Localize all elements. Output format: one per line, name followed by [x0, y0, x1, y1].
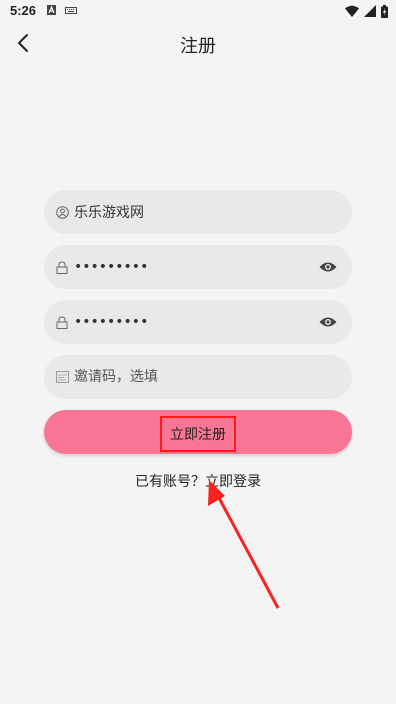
- invite-code-icon: [55, 370, 69, 384]
- page-title: 注册: [180, 36, 216, 57]
- show-password-toggle[interactable]: [318, 257, 338, 277]
- status-time: 5:26: [10, 3, 37, 18]
- eye-icon: [319, 262, 337, 272]
- login-link[interactable]: 立即登录: [205, 474, 261, 490]
- username-input[interactable]: [74, 190, 352, 234]
- register-button[interactable]: [44, 410, 352, 454]
- username-field[interactable]: [44, 190, 352, 234]
- confirm-password-input[interactable]: [74, 300, 318, 344]
- user-icon: [55, 205, 69, 219]
- invite-code-field[interactable]: [44, 355, 352, 399]
- lock-icon: [55, 315, 69, 329]
- confirm-password-field[interactable]: [44, 300, 352, 344]
- keyboard-icon: [65, 7, 77, 14]
- password-field[interactable]: [44, 245, 352, 289]
- status-bar: 5:26: [0, 0, 396, 22]
- login-prompt-text: 已有账号？: [135, 474, 205, 490]
- login-prompt: 已有账号？立即登录: [0, 471, 396, 491]
- invite-code-input[interactable]: [74, 355, 352, 399]
- lock-icon: [55, 260, 69, 274]
- eye-icon: [319, 317, 337, 327]
- wifi-icon: [345, 5, 359, 17]
- app-bar: 注册: [0, 22, 396, 66]
- notification-a-icon: [47, 5, 56, 15]
- signal-icon: [364, 5, 376, 17]
- show-confirm-password-toggle[interactable]: [318, 312, 338, 332]
- battery-icon: [381, 4, 388, 18]
- password-input[interactable]: [74, 245, 318, 289]
- annotation-arrow-icon: [208, 480, 280, 609]
